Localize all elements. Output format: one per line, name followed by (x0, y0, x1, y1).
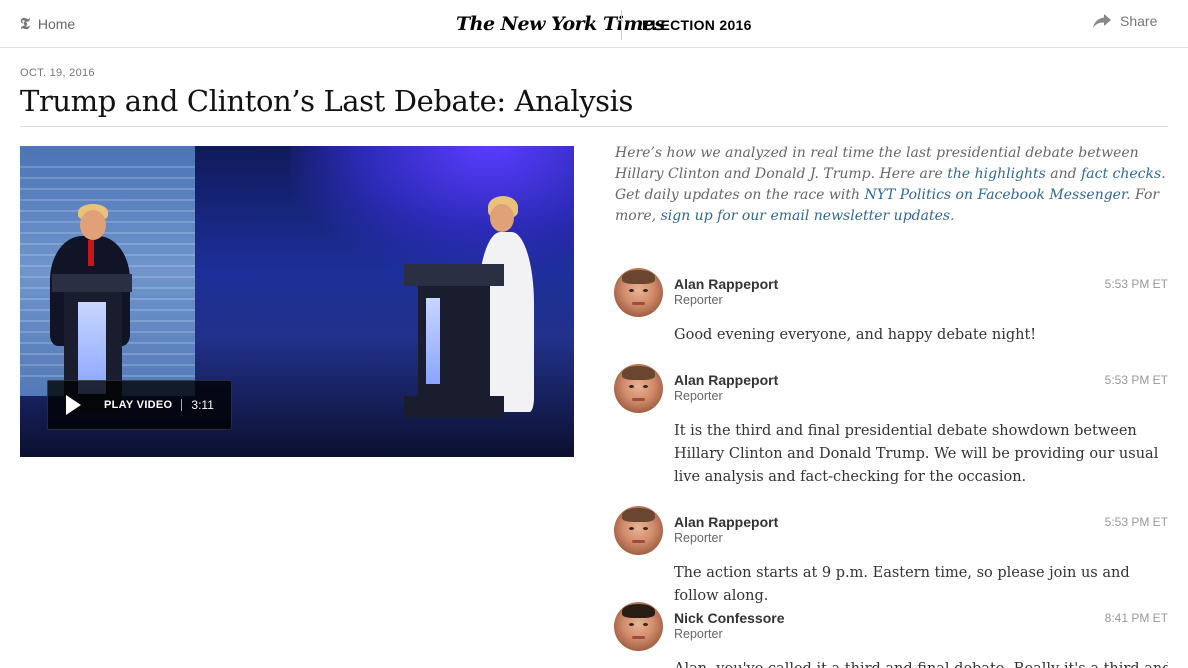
avatar[interactable] (614, 268, 663, 317)
share-button[interactable]: Share (1092, 13, 1157, 29)
avatar[interactable] (614, 602, 663, 651)
live-post: Alan Rappeport Reporter 5:53 PM ET Good … (614, 268, 1168, 353)
live-post: Alan Rappeport Reporter 5:53 PM ET The a… (614, 506, 1168, 604)
play-icon (66, 395, 81, 415)
home-link[interactable]: 𝕿 Home (20, 14, 75, 34)
article-headline: Trump and Clinton’s Last Debate: Analysi… (20, 84, 634, 118)
stage-lighting (290, 146, 574, 276)
post-body: It is the third and final presidential d… (674, 423, 1159, 485)
post-timestamp: 5:53 PM ET (1104, 515, 1168, 529)
highlights-link[interactable]: the highlights (947, 166, 1046, 182)
control-separator (181, 399, 183, 411)
nyt-t-icon: 𝕿 (20, 14, 30, 33)
right-podium-base (404, 396, 504, 418)
post-timestamp: 8:41 PM ET (1104, 611, 1168, 625)
post-role: Reporter (674, 389, 723, 403)
post-author[interactable]: Alan Rappeport (674, 372, 778, 388)
newsletter-signup-link[interactable]: sign up for our email newsletter updates (661, 208, 950, 224)
article-date: OCT. 19, 2016 (20, 67, 95, 79)
right-podium-top (404, 264, 504, 286)
red-tie (88, 240, 94, 266)
left-candidate-head (80, 210, 106, 240)
post-role: Reporter (674, 531, 723, 545)
post-author[interactable]: Alan Rappeport (674, 276, 778, 292)
top-header: 𝕿 Home The New York Times ELECTION 2016 … (0, 0, 1188, 48)
fact-checks-link[interactable]: fact checks (1081, 166, 1161, 182)
post-author[interactable]: Alan Rappeport (674, 514, 778, 530)
left-podium-top (52, 274, 132, 292)
right-candidate-head (490, 204, 514, 232)
title-divider (20, 126, 1168, 127)
avatar[interactable] (614, 364, 663, 413)
post-body: Alan, you've called it a third and final… (674, 658, 1168, 668)
post-role: Reporter (674, 293, 723, 307)
post-timestamp: 5:53 PM ET (1104, 277, 1168, 291)
play-video-label: PLAY VIDEO (104, 399, 173, 411)
home-label: Home (37, 16, 76, 32)
post-role: Reporter (674, 627, 723, 641)
intro-text: and (1045, 166, 1082, 182)
debate-video-player[interactable]: PLAY VIDEO 3:11 (20, 146, 574, 457)
header-divider (621, 10, 622, 40)
share-arrow-icon (1093, 14, 1111, 28)
video-duration: 3:11 (191, 398, 214, 412)
section-label-election-2016[interactable]: ELECTION 2016 (642, 15, 752, 35)
right-podium-light (426, 298, 440, 384)
intro-paragraph: Here’s how we analyzed in real time the … (615, 143, 1170, 227)
share-label: Share (1120, 13, 1158, 29)
post-body: Good evening everyone, and happy debate … (674, 327, 1037, 343)
avatar[interactable] (614, 506, 663, 555)
live-post: Alan Rappeport Reporter 5:53 PM ET It is… (614, 364, 1168, 494)
live-post: Nick Confessore Reporter 8:41 PM ET Alan… (614, 602, 1168, 668)
post-author[interactable]: Nick Confessore (674, 610, 784, 626)
intro-text: . (950, 208, 955, 224)
play-video-button[interactable]: PLAY VIDEO 3:11 (47, 380, 232, 430)
post-timestamp: 5:53 PM ET (1104, 373, 1168, 387)
nyt-masthead-logo[interactable]: The New York Times (456, 11, 665, 37)
facebook-messenger-link[interactable]: NYT Politics on Facebook Messenger (864, 187, 1126, 203)
